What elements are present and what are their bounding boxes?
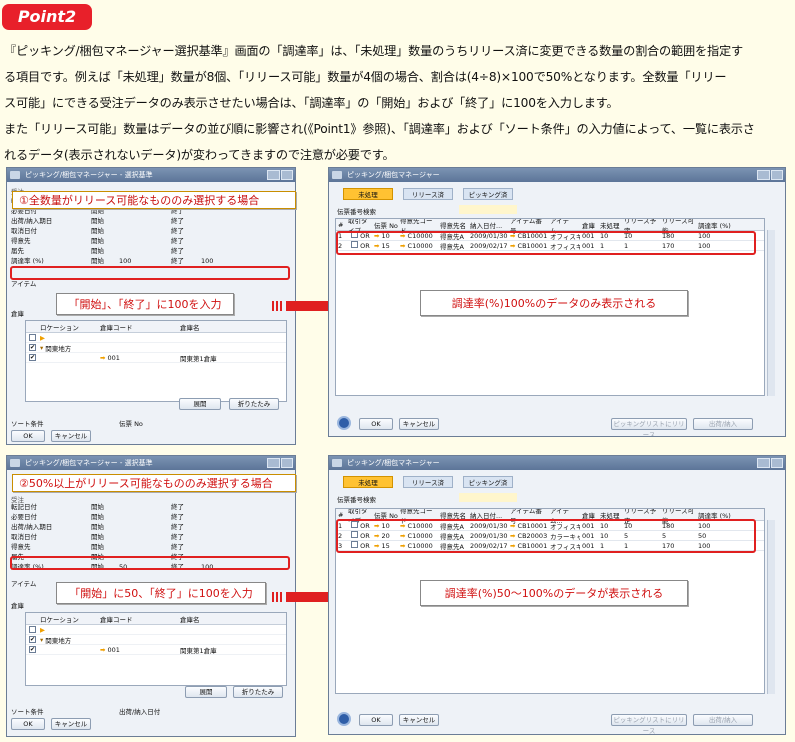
collapse-button[interactable]: 折りたたみ <box>229 398 279 410</box>
checkbox[interactable]: ✔ <box>29 646 36 653</box>
title-bar: ピッキング/梱包マネージャー <box>329 456 785 470</box>
intro-line: る項目です。例えば「未処理」数量が8個、「リリース可能」数量が4個の場合、割合は… <box>4 70 727 84</box>
intro-line: 『ピッキング/梱包マネージャー選択基準』画面の「調達率」は、「未処理」数量のうち… <box>4 44 743 58</box>
window-icon <box>10 171 20 179</box>
intro-text: 『ピッキング/梱包マネージャー選択基準』画面の「調達率」は、「未処理」数量のうち… <box>4 38 792 168</box>
rate-field-row[interactable]: 調達率 (%) 開始 100 終了 100 <box>11 256 213 266</box>
warehouse-tree[interactable]: ロケーション 倉庫コード 倉庫名 ▶ ✔ ▾ 関東地方 ✔ ➡ 001 関東第1倉庫 <box>25 612 287 686</box>
intro-line: ス可能」にできる受注データのみ表示させたい場合は、「調達率」の「開始」および「終… <box>4 96 619 110</box>
ok-button[interactable]: OK <box>359 714 393 726</box>
field-row[interactable]: 必要日付 開始 終了 <box>11 512 211 522</box>
window-title: ピッキング/梱包マネージャー <box>347 171 440 179</box>
window-controls[interactable] <box>267 458 293 468</box>
window-controls[interactable] <box>267 170 293 180</box>
grid-header: #取引タイプ伝票 No得意先コード得意先名納入日付...アイテム番号アイテム..… <box>336 219 764 235</box>
rate-from-input[interactable]: 100 <box>119 256 171 266</box>
ship-button[interactable]: 出荷/納入 <box>693 418 753 430</box>
checkbox[interactable]: ✔ <box>29 344 36 351</box>
window-icon <box>10 459 20 467</box>
sort-label: ソート条件 <box>11 420 44 428</box>
tab-open[interactable]: 未処理 <box>343 188 393 200</box>
field-row[interactable]: 届先 開始 終了 <box>11 246 211 256</box>
tab-picked[interactable]: ピッキング済 <box>463 476 513 488</box>
window-controls[interactable] <box>757 170 783 180</box>
window-icon <box>332 459 342 467</box>
field-row[interactable]: 出荷/納入期日 開始 終了 <box>11 216 211 226</box>
expand-button[interactable]: 展開 <box>185 686 227 698</box>
rate-highlight <box>10 266 290 280</box>
doc-search-label: 伝票番号検索 <box>337 208 376 216</box>
checkbox[interactable]: ✔ <box>29 354 36 361</box>
tab-released[interactable]: リリース済 <box>403 188 453 200</box>
warehouse-label: 倉庫 <box>11 310 24 318</box>
field-row[interactable]: 得意先 開始 終了 <box>11 542 211 552</box>
collapse-button[interactable]: 折りたたみ <box>233 686 283 698</box>
checkbox[interactable]: ✔ <box>29 636 36 643</box>
doc-search-input[interactable] <box>459 205 517 214</box>
field-row[interactable]: 取消日付 開始 終了 <box>11 226 211 236</box>
cancel-button[interactable]: キャンセル <box>399 418 439 430</box>
case1-result-note: 調達率(%)100%のデータのみ表示される <box>420 290 688 316</box>
navigation-icon[interactable] <box>337 712 351 726</box>
tab-released[interactable]: リリース済 <box>403 476 453 488</box>
sort-select[interactable]: 伝票 No <box>119 418 143 428</box>
warehouse-tree[interactable]: ロケーション 倉庫コード 倉庫名 ▶ ✔ ▾ 関東地方 ✔ ➡ 001 関東第1倉庫 <box>25 320 287 402</box>
window-controls[interactable] <box>757 458 783 468</box>
tab-picked[interactable]: ピッキング済 <box>463 188 513 200</box>
field-row[interactable]: 取消日付 開始 終了 <box>11 532 211 542</box>
release-to-picklist-button[interactable]: ピッキングリストにリリース <box>611 418 687 436</box>
cancel-button[interactable]: キャンセル <box>399 714 439 726</box>
sort-label: ソート条件 <box>11 708 44 716</box>
field-row[interactable]: 出荷/納入期日 開始 終了 <box>11 522 211 532</box>
window-title: ピッキング/梱包マネージャー - 選択基準 <box>25 171 153 179</box>
checkbox[interactable] <box>29 334 36 341</box>
case1-input-note: 「開始」、「終了」に100を入力 <box>56 293 234 315</box>
case2-input-note: 「開始」に50、「終了」に100を入力 <box>56 582 266 604</box>
ok-button[interactable]: OK <box>11 430 45 442</box>
field-row[interactable]: 得意先 開始 終了 <box>11 236 211 246</box>
release-to-picklist-button[interactable]: ピッキングリストにリリース <box>611 714 687 734</box>
case2-result-note: 調達率(%)50～100%のデータが表示される <box>420 580 688 606</box>
title-bar: ピッキング/梱包マネージャー <box>329 168 785 182</box>
ok-button[interactable]: OK <box>359 418 393 430</box>
scrollbar[interactable] <box>767 520 775 694</box>
intro-line: また「リリース可能」数量はデータの並び順に影響され(《Point1》参照)、「調… <box>4 122 755 136</box>
sort-select[interactable]: 出荷/納入日付 <box>119 706 160 716</box>
ok-button[interactable]: OK <box>11 718 45 730</box>
checkbox[interactable] <box>29 626 36 633</box>
rows-highlight <box>336 519 756 553</box>
case1-heading: ①全数量がリリース可能なもののみ選択する場合 <box>12 191 296 209</box>
window-icon <box>332 171 342 179</box>
tab-open[interactable]: 未処理 <box>343 476 393 488</box>
cancel-button[interactable]: キャンセル <box>51 430 91 442</box>
case2-heading: ②50%以上がリリース可能なもののみ選択する場合 <box>12 474 296 492</box>
rows-highlight <box>336 231 756 255</box>
ship-button[interactable]: 出荷/納入 <box>693 714 753 726</box>
window-title: ピッキング/梱包マネージャー - 選択基準 <box>25 459 153 467</box>
window-title: ピッキング/梱包マネージャー <box>347 459 440 467</box>
warehouse-label: 倉庫 <box>11 602 24 610</box>
navigation-icon[interactable] <box>337 416 351 430</box>
expand-button[interactable]: 展開 <box>179 398 221 410</box>
point-badge: Point2 <box>2 4 92 30</box>
rate-highlight <box>10 556 290 570</box>
doc-search-input[interactable] <box>459 493 517 502</box>
intro-line: れるデータ(表示されないデータ)が変わってきますので注意が必要です。 <box>4 148 395 162</box>
doc-search-label: 伝票番号検索 <box>337 496 376 504</box>
title-bar: ピッキング/梱包マネージャー - 選択基準 <box>7 456 295 470</box>
item-label: アイテム <box>11 580 37 588</box>
scrollbar[interactable] <box>767 230 775 396</box>
title-bar: ピッキング/梱包マネージャー - 選択基準 <box>7 168 295 182</box>
field-row[interactable]: 転記日付開始終了 <box>11 502 211 512</box>
cancel-button[interactable]: キャンセル <box>51 718 91 730</box>
rate-to-input[interactable]: 100 <box>201 256 213 266</box>
